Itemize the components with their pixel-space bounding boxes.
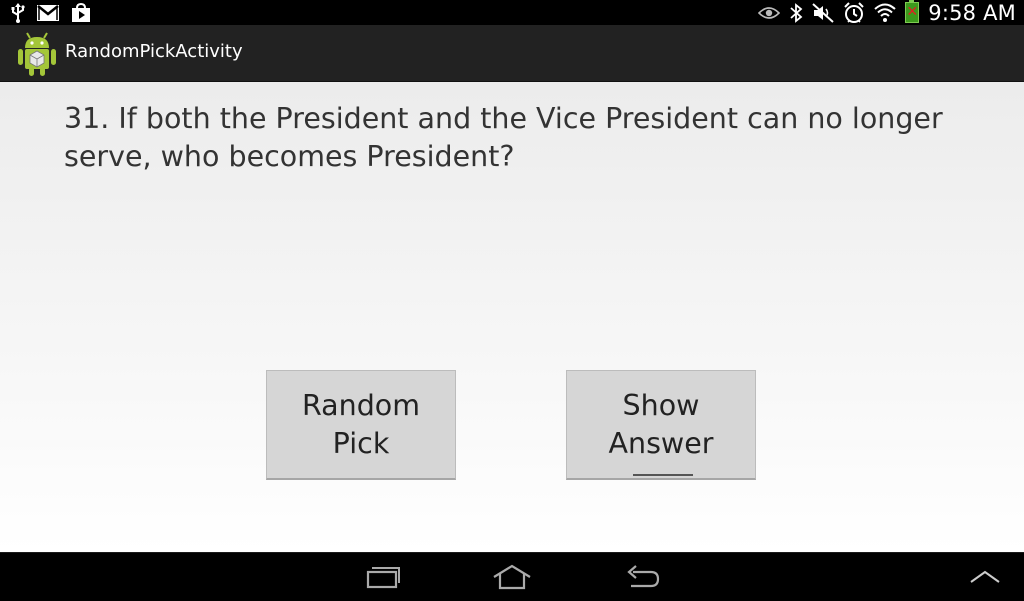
main-content: 31. If both the President and the Vice P… (0, 82, 1024, 552)
mute-icon (812, 2, 834, 24)
eye-icon (758, 2, 781, 24)
alarm-icon (843, 1, 865, 24)
usb-icon (10, 2, 26, 24)
nav-bar (0, 552, 1024, 601)
status-bar: ✕ 9:58 AM (0, 0, 1024, 25)
wifi-icon (874, 2, 896, 24)
focus-indicator (633, 474, 693, 476)
status-clock: 9:58 AM (928, 0, 1016, 25)
home-icon[interactable] (489, 561, 535, 593)
status-bar-system: ✕ 9:58 AM (758, 0, 1016, 25)
bluetooth-icon (789, 2, 803, 24)
question-text: 31. If both the President and the Vice P… (64, 102, 943, 173)
show-answer-label: Show Answer (608, 388, 714, 460)
menu-up-icon[interactable] (962, 561, 1008, 593)
play-store-icon (70, 2, 92, 24)
action-bar: RandomPickActivity (0, 25, 1024, 82)
android-icon[interactable] (15, 29, 59, 77)
app-title: RandomPickActivity (65, 41, 243, 62)
battery-icon: ✕ (905, 0, 920, 24)
recent-apps-icon[interactable] (360, 561, 406, 593)
gmail-icon (36, 2, 60, 24)
status-bar-notifications (10, 0, 92, 25)
show-answer-button[interactable]: Show Answer (566, 370, 756, 480)
random-pick-button[interactable]: Random Pick (266, 370, 456, 480)
back-icon[interactable] (619, 561, 665, 593)
random-pick-label: Random Pick (302, 388, 420, 460)
